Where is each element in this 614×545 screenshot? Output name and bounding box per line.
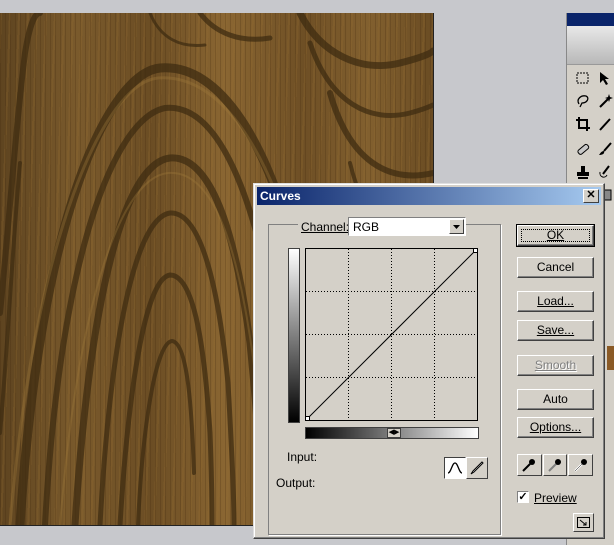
eyedropper-black-icon[interactable] <box>517 454 542 476</box>
brush-tool-icon[interactable] <box>595 139 614 159</box>
cancel-button[interactable]: Cancel <box>517 257 594 278</box>
output-gradient-bar <box>288 248 300 423</box>
channel-select[interactable]: RGB <box>348 217 466 236</box>
palette-titlebar[interactable] <box>567 13 614 26</box>
move-tool-icon[interactable] <box>595 68 614 88</box>
smooth-button[interactable]: Smooth <box>517 355 594 376</box>
ok-button[interactable]: OK <box>516 224 595 247</box>
input-label: Input: <box>287 450 318 464</box>
crop-tool-icon[interactable] <box>573 114 593 134</box>
auto-button-label: Auto <box>543 392 568 406</box>
save-button-label: Save... <box>536 323 575 337</box>
preview-checkbox[interactable]: ✓ <box>517 491 529 503</box>
slice-tool-icon[interactable] <box>595 114 614 134</box>
curves-dialog: Curves ✕ Channel: RGB ◀▶ Input: Output: <box>253 183 605 539</box>
load-button-label: Load... <box>537 294 574 308</box>
foreground-color-swatch[interactable] <box>607 346 614 370</box>
curve-icon[interactable] <box>444 457 466 479</box>
healing-brush-icon[interactable] <box>573 139 593 159</box>
dialog-titlebar[interactable]: Curves ✕ <box>257 187 601 205</box>
options-button[interactable]: Options... <box>517 417 594 438</box>
eyedropper-gray-icon[interactable] <box>542 454 568 476</box>
cancel-button-label: Cancel <box>536 260 575 274</box>
channel-label-text: Channel: <box>301 220 350 234</box>
close-icon[interactable]: ✕ <box>583 189 599 203</box>
auto-button[interactable]: Auto <box>517 389 594 410</box>
channel-value: RGB <box>353 220 380 234</box>
curve-point-white[interactable] <box>473 248 478 253</box>
history-brush-icon[interactable] <box>595 162 614 182</box>
save-button[interactable]: Save... <box>517 320 594 341</box>
pencil-icon[interactable] <box>466 457 488 479</box>
curve-tool-toggle <box>444 457 490 479</box>
marquee-tool-icon[interactable] <box>573 68 593 88</box>
chevron-down-icon[interactable] <box>449 219 464 234</box>
preview-label-text: Preview <box>534 491 577 505</box>
options-button-label: Options... <box>529 420 582 434</box>
dialog-title: Curves <box>260 189 301 203</box>
load-button[interactable]: Load... <box>517 291 594 312</box>
magic-wand-icon[interactable] <box>595 91 614 111</box>
eyedropper-group <box>517 454 594 476</box>
swap-gradient-arrows[interactable]: ◀▶ <box>387 428 401 438</box>
preview-label: Preview <box>534 491 577 505</box>
lasso-tool-icon[interactable] <box>573 91 593 111</box>
expand-icon[interactable] <box>573 513 594 532</box>
palette-logo[interactable] <box>567 26 614 65</box>
curve-graph[interactable] <box>305 248 478 421</box>
output-label: Output: <box>276 476 316 490</box>
channel-label: Channel: <box>298 220 353 234</box>
clone-stamp-icon[interactable] <box>573 162 593 182</box>
eyedropper-white-icon[interactable] <box>568 454 594 476</box>
curve-point-black[interactable] <box>305 416 310 421</box>
smooth-button-label: Smooth <box>534 358 577 372</box>
